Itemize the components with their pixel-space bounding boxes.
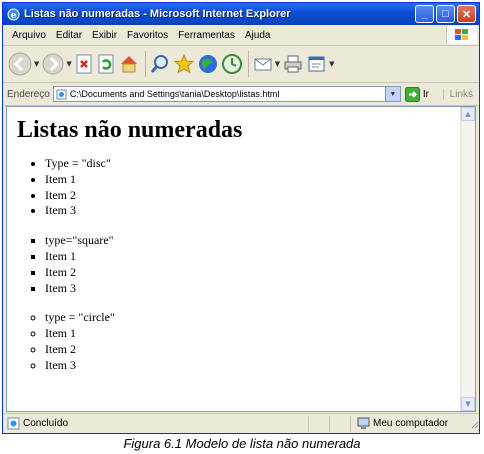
status-segment: [329, 415, 350, 432]
svg-text:e: e: [10, 11, 16, 21]
address-input[interactable]: C:\Documents and Settings\tania\Desktop\…: [52, 86, 401, 102]
list-item: type = "circle": [45, 310, 461, 326]
minimize-button[interactable]: _: [415, 5, 434, 23]
circle-list: type = "circle" Item 1 Item 2 Item 3: [17, 310, 461, 373]
toolbar-separator: [247, 51, 249, 77]
chevron-down-icon[interactable]: ▼: [329, 60, 334, 68]
title-bar[interactable]: e Listas não numeradas - Microsoft Inter…: [3, 3, 479, 25]
history-icon[interactable]: [221, 49, 243, 79]
address-bar: Endereço C:\Documents and Settings\tania…: [3, 83, 479, 106]
menu-ferramentas[interactable]: Ferramentas: [173, 30, 240, 41]
resize-grip-icon[interactable]: [467, 417, 479, 431]
zone-text: Meu computador: [373, 418, 449, 429]
menu-arquivo[interactable]: Arquivo: [7, 30, 51, 41]
links-button[interactable]: Links: [442, 88, 473, 100]
toolbar: ▼ ▼ ▼ ▼: [3, 46, 479, 83]
computer-icon: [357, 417, 370, 430]
page-heading: Listas não numeradas: [17, 117, 243, 143]
status-text: Concluído: [23, 418, 69, 429]
square-list: type="square" Item 1 Item 2 Item 3: [17, 233, 461, 296]
chevron-down-icon[interactable]: ▼: [384, 87, 400, 101]
window-title: Listas não numeradas - Microsoft Interne…: [24, 8, 291, 20]
toolbar-separator: [144, 51, 146, 77]
list-item: Item 2: [45, 342, 461, 358]
home-icon[interactable]: [118, 49, 140, 79]
page-content: Listas não numeradas Type = "disc" Item …: [7, 107, 461, 411]
menu-exibir[interactable]: Exibir: [87, 30, 122, 41]
status-bar: Concluído Meu computador: [3, 413, 479, 433]
scroll-up-icon[interactable]: ▲: [461, 107, 475, 121]
go-arrow-icon: [404, 86, 420, 102]
address-value[interactable]: C:\Documents and Settings\tania\Desktop\…: [70, 89, 385, 99]
list-item: Item 2: [45, 188, 461, 204]
menu-ajuda[interactable]: Ajuda: [240, 30, 276, 41]
status-left: Concluído: [3, 417, 308, 430]
search-icon[interactable]: [149, 49, 171, 79]
list-item: Item 3: [45, 358, 461, 374]
chevron-down-icon[interactable]: ▼: [275, 60, 280, 68]
status-segment: [308, 415, 329, 432]
address-label: Endereço: [7, 88, 50, 100]
disc-list: Type = "disc" Item 1 Item 2 Item 3: [17, 156, 461, 219]
print-icon[interactable]: [282, 49, 304, 79]
forward-icon[interactable]: ▼: [41, 49, 72, 79]
maximize-button[interactable]: □: [436, 5, 455, 23]
list-item: Item 1: [45, 326, 461, 342]
media-icon[interactable]: [197, 49, 219, 79]
page-viewport[interactable]: Listas não numeradas Type = "disc" Item …: [6, 106, 476, 412]
windows-logo-icon: [446, 26, 477, 44]
figure-caption: Figura 6.1 Modelo de lista não numerada: [123, 436, 361, 451]
ie-icon: e: [6, 7, 20, 21]
page-done-icon: [7, 417, 20, 430]
list-item: Item 3: [45, 203, 461, 219]
list-item: Item 2: [45, 265, 461, 281]
edit-icon[interactable]: ▼: [306, 49, 335, 79]
menu-favoritos[interactable]: Favoritos: [122, 30, 173, 41]
list-item: Item 3: [45, 281, 461, 297]
mail-icon[interactable]: ▼: [252, 49, 280, 79]
list-item: Item 1: [45, 172, 461, 188]
menu-editar[interactable]: Editar: [51, 30, 87, 41]
vertical-scrollbar[interactable]: ▲ ▼: [460, 107, 475, 411]
page-icon: [56, 89, 67, 100]
list-item: type="square": [45, 233, 461, 249]
go-button[interactable]: Ir: [404, 86, 429, 102]
go-label: Ir: [422, 88, 429, 100]
menu-bar: Arquivo Editar Exibir Favoritos Ferramen…: [3, 25, 479, 46]
security-zone: Meu computador: [350, 415, 467, 432]
stop-icon[interactable]: [74, 49, 94, 79]
chevron-down-icon[interactable]: ▼: [66, 60, 71, 68]
scroll-down-icon[interactable]: ▼: [461, 397, 475, 411]
back-icon[interactable]: ▼: [7, 49, 39, 79]
chevron-down-icon[interactable]: ▼: [34, 60, 39, 68]
close-button[interactable]: ✕: [457, 5, 476, 23]
refresh-icon[interactable]: [96, 49, 116, 79]
list-item: Item 1: [45, 249, 461, 265]
favorites-icon[interactable]: [173, 49, 195, 79]
list-item: Type = "disc": [45, 156, 461, 172]
browser-window: e Listas não numeradas - Microsoft Inter…: [2, 2, 480, 434]
